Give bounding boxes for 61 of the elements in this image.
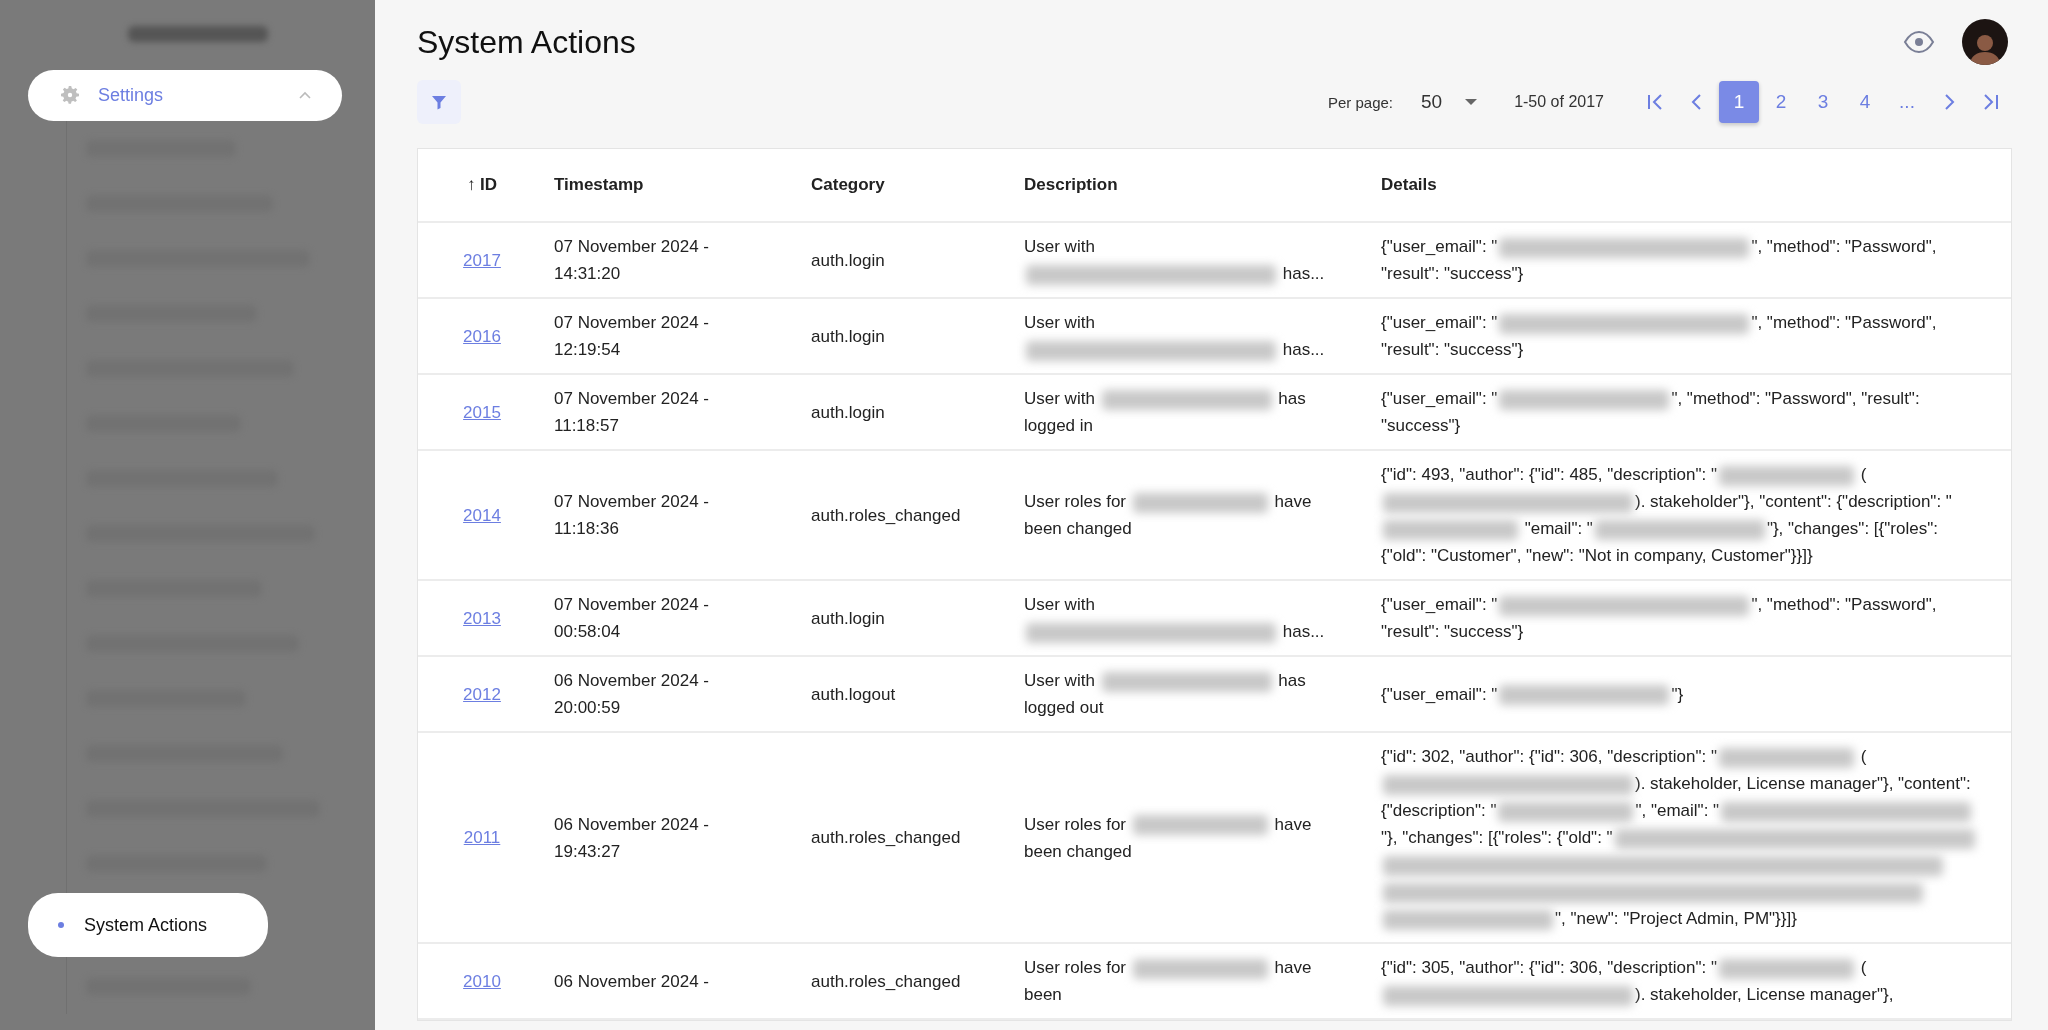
details-text: {"user_email": " ", "method": "Password", "result": "success"} <box>1381 594 1938 643</box>
timestamp-text: 07 November 2024 - 00:58:04 <box>554 594 709 643</box>
action-id-link[interactable]: 2010 <box>463 967 501 995</box>
page-range: 1-50 of 2017 <box>1514 93 1604 111</box>
description-text: User with has logged in <box>1024 388 1307 437</box>
description-text: User roles for have been changed <box>1024 491 1313 540</box>
category-text: auth.roles_changed <box>811 504 961 527</box>
category-text: auth.logout <box>811 683 896 706</box>
column-header[interactable]: Description <box>1000 149 1357 223</box>
timestamp-text: 06 November 2024 - 20:00:59 <box>554 670 709 719</box>
timestamp-text: 07 November 2024 - 11:18:57 <box>554 388 709 437</box>
timestamp-text: 06 November 2024 - 19:43:27 <box>554 813 709 863</box>
filter-icon <box>430 93 448 111</box>
description-text: User with has... <box>1024 236 1326 287</box>
details-text: {"id": 305, "author": {"id": 306, "description": " ( ). stakeholder, License manager"}, <box>1381 957 1895 1008</box>
caret-icon <box>1464 98 1479 106</box>
category-text: auth.login <box>811 607 885 630</box>
avatar[interactable] <box>1962 19 2008 65</box>
details-text: {"user_email": " ", "method": "Password", "result": "success"} <box>1381 312 1938 361</box>
filter-button[interactable] <box>417 80 461 124</box>
page-title: System Actions <box>417 23 637 61</box>
details-text: {"id": 493, "author": {"id": 485, "description": " ( ). stakeholder"}, "content": {"description": " "email": " "}, "changes": [{"roles": {"old": "Customer", "new": "Not in company, Customer"}}]} <box>1381 464 1953 567</box>
action-id-link[interactable]: 2014 <box>463 501 501 529</box>
action-id-link[interactable]: 2012 <box>463 680 501 708</box>
page-button[interactable]: 4 <box>1845 81 1885 123</box>
chevron-icon <box>298 90 312 101</box>
column-header[interactable]: ↑ ID <box>418 149 530 223</box>
details-text: {"user_email": " "} <box>1381 683 1684 708</box>
column-header[interactable]: Timestamp <box>530 149 787 223</box>
action-id-link[interactable]: 2011 <box>463 824 501 851</box>
category-text: auth.login <box>811 249 885 272</box>
description-text: User with has logged out <box>1024 670 1307 719</box>
category-text: auth.roles_changed <box>811 827 961 849</box>
page-button[interactable]: 1 <box>1719 81 1759 123</box>
per-page-label: Per page: <box>1327 93 1393 111</box>
description-text: User roles for have been changed <box>1024 813 1313 863</box>
per-page-select[interactable]: 50 <box>1415 91 1485 113</box>
sidebar-item[interactable]: System Actions <box>28 893 268 957</box>
column-header[interactable]: Details <box>1357 149 2011 223</box>
category-text: auth.login <box>811 325 885 348</box>
details-text: {"user_email": " ", "method": "Password", "result": "success"} <box>1381 236 1938 285</box>
timestamp-text: 07 November 2024 - 14:31:20 <box>554 236 709 285</box>
column-header[interactable]: Category <box>787 149 1000 223</box>
timestamp-text: 06 November 2024 - <box>554 970 709 993</box>
settings-menu-group[interactable]: Settings <box>28 69 342 121</box>
description-text: User with has... <box>1024 594 1326 645</box>
category-text: auth.login <box>811 401 885 424</box>
action-id-link[interactable]: 2015 <box>463 398 501 426</box>
details-text: {"user_email": " ", "method": "Password", "result": "success"} <box>1381 388 1921 437</box>
page-button[interactable]: ... <box>1887 81 1927 123</box>
description-text: User roles for have been <box>1024 957 1313 1006</box>
timestamp-text: 07 November 2024 - 11:18:36 <box>554 491 709 540</box>
description-text: User with has... <box>1024 312 1326 363</box>
page-button[interactable]: 3 <box>1803 81 1843 123</box>
action-id-link[interactable]: 2017 <box>463 246 501 274</box>
details-text: {"id": 302, "author": {"id": 306, "description": " ( ). stakeholder, License manager"}, "content": {"description": " ", "email": " "}, "changes": [{"roles": {"old": " ", "new": "Project Admin, PM"}}]} <box>1381 743 1987 932</box>
action-id-link[interactable]: 2013 <box>463 604 501 632</box>
page-button[interactable]: 2 <box>1761 81 1801 123</box>
category-text: auth.roles_changed <box>811 970 961 993</box>
timestamp-text: 07 November 2024 - 12:19:54 <box>554 312 709 361</box>
action-id-link[interactable]: 2016 <box>463 322 501 350</box>
